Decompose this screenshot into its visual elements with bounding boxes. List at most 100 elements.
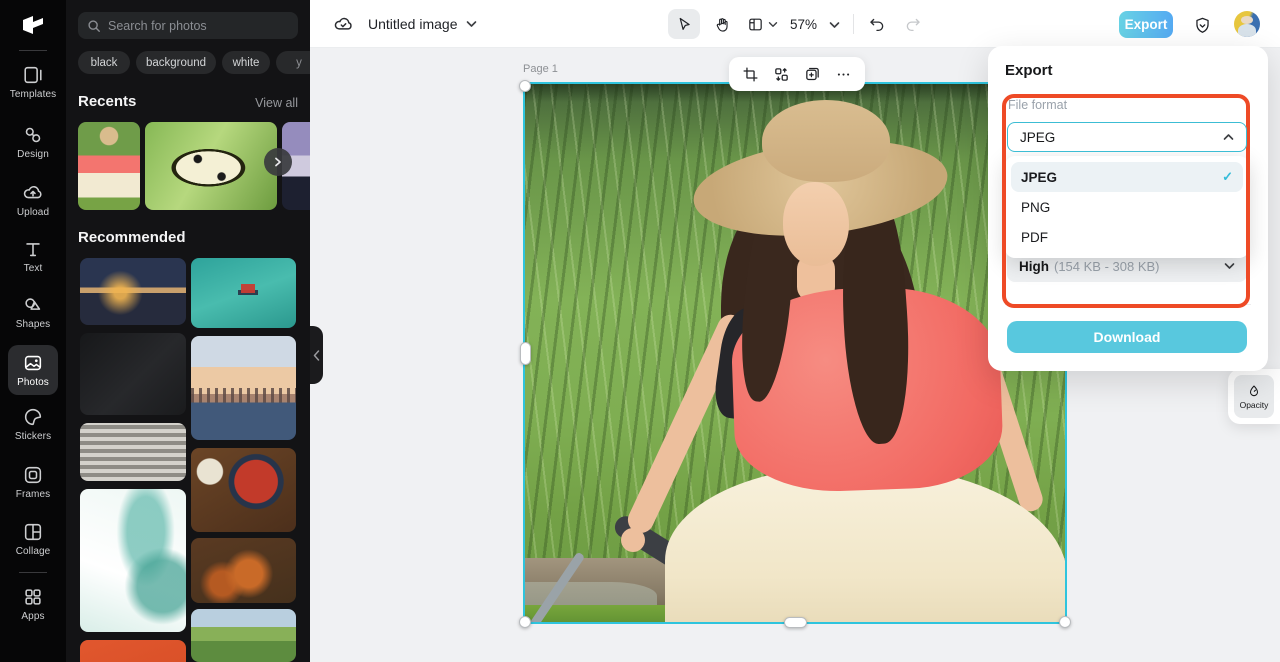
- photos-library-panel: black background white y Recents View al…: [66, 0, 310, 662]
- download-button[interactable]: Download: [1007, 321, 1247, 353]
- page-label: Page 1: [523, 63, 558, 75]
- photo-hand: [621, 528, 645, 552]
- frames-icon: [22, 464, 44, 486]
- redo-button[interactable]: [898, 9, 928, 39]
- tag-label: y: [296, 56, 302, 69]
- recent-thumb-butterfly[interactable]: [145, 122, 277, 210]
- download-button-label: Download: [1093, 329, 1161, 345]
- sidebar-item-label: Frames: [15, 489, 51, 500]
- panel-collapse-tab[interactable]: [310, 326, 323, 384]
- thumb-food-fried[interactable]: [191, 538, 296, 603]
- view-all-link[interactable]: View all: [255, 96, 298, 110]
- thumb-dark-texture[interactable]: [80, 333, 186, 415]
- selection-handle-top-left[interactable]: [519, 80, 531, 92]
- zoom-chevron-down-icon[interactable]: [829, 21, 840, 29]
- sidebar-item-photos[interactable]: Photos: [0, 352, 66, 388]
- sidebar-item-label: Design: [17, 149, 49, 160]
- photo-face: [783, 182, 849, 266]
- file-format-label: File format: [1008, 98, 1068, 112]
- chevron-up-icon: [1223, 133, 1234, 141]
- canvas-image[interactable]: [525, 84, 1065, 622]
- crop-button[interactable]: [738, 61, 764, 87]
- selection-handle-bottom-center[interactable]: [784, 617, 807, 628]
- search-input[interactable]: [108, 18, 289, 33]
- selection-handle-bottom-left[interactable]: [519, 616, 531, 628]
- rail-divider: [19, 50, 47, 51]
- stickers-icon: [22, 406, 44, 428]
- option-label: JPEG: [1021, 169, 1058, 185]
- export-button[interactable]: Export: [1119, 11, 1173, 38]
- sidebar-item-label: Shapes: [15, 319, 51, 330]
- recents-next-button[interactable]: [264, 148, 292, 176]
- tag-black[interactable]: black: [78, 51, 130, 74]
- tag-label: white: [232, 56, 260, 69]
- tag-partial[interactable]: y: [276, 51, 310, 74]
- thumb-landscape[interactable]: [191, 609, 296, 662]
- thumb-sea-boat[interactable]: [191, 258, 296, 328]
- selection-handle-bottom-right[interactable]: [1059, 616, 1071, 628]
- sidebar-item-text[interactable]: Text: [0, 238, 66, 274]
- quality-range: (154 KB - 308 KB): [1054, 258, 1160, 274]
- dropdown-option-png[interactable]: PNG: [1011, 192, 1243, 222]
- panel-divider: [1005, 304, 1251, 305]
- sidebar-item-stickers[interactable]: Stickers: [0, 406, 66, 442]
- tag-label: background: [145, 56, 207, 69]
- image-context-toolbar: [729, 57, 865, 91]
- dropdown-option-pdf[interactable]: PDF: [1011, 222, 1243, 252]
- sidebar-item-upload[interactable]: Upload: [0, 182, 66, 218]
- avatar[interactable]: [1234, 11, 1260, 37]
- opacity-button[interactable]: Opacity: [1234, 375, 1274, 418]
- option-label: PDF: [1021, 229, 1048, 245]
- thumb-teal-waves[interactable]: [80, 489, 186, 632]
- title-chevron-down-icon[interactable]: [466, 20, 477, 28]
- toolbar-divider: [853, 14, 854, 34]
- sidebar-item-shapes[interactable]: Shapes: [0, 294, 66, 330]
- quality-value: High: [1019, 258, 1049, 274]
- tag-white[interactable]: white: [222, 51, 270, 74]
- select-tool-button[interactable]: [668, 9, 700, 39]
- dropdown-option-jpeg[interactable]: JPEG ✓: [1011, 162, 1243, 192]
- capcut-logo[interactable]: [20, 12, 46, 38]
- upload-icon: [22, 182, 44, 204]
- thumb-orange[interactable]: [80, 640, 186, 662]
- selection-handle-mid-left[interactable]: [520, 342, 531, 365]
- replace-button[interactable]: [769, 61, 795, 87]
- sidebar-item-label: Apps: [21, 611, 45, 622]
- tag-background[interactable]: background: [136, 51, 216, 74]
- recents-title: Recents: [78, 93, 137, 110]
- recommended-title: Recommended: [78, 229, 186, 246]
- photos-icon: [22, 352, 44, 374]
- sidebar-item-frames[interactable]: Frames: [0, 464, 66, 500]
- cloud-save-icon[interactable]: [333, 14, 354, 35]
- chevron-down-icon: [1224, 262, 1235, 270]
- layout-tool-button[interactable]: [740, 9, 784, 39]
- check-icon: ✓: [1222, 169, 1233, 184]
- zoom-level[interactable]: 57%: [790, 17, 817, 32]
- design-icon: [22, 124, 44, 146]
- recent-thumb-girl[interactable]: [78, 122, 140, 210]
- more-options-button[interactable]: [831, 61, 857, 87]
- sidebar-item-label: Stickers: [14, 431, 52, 442]
- sidebar-item-label: Collage: [15, 546, 51, 557]
- sidebar-item-templates[interactable]: Templates: [0, 64, 66, 100]
- thumb-city-night[interactable]: [80, 258, 186, 325]
- thumb-city-sunset[interactable]: [191, 336, 296, 440]
- sidebar-item-label: Text: [23, 263, 43, 274]
- thumb-stone-carvings[interactable]: [80, 423, 186, 481]
- thumb-food-soup[interactable]: [191, 448, 296, 532]
- search-bar[interactable]: [78, 12, 298, 39]
- hand-tool-button[interactable]: [707, 9, 737, 39]
- document-title[interactable]: Untitled image: [368, 16, 458, 32]
- photo-hat-crown: [762, 100, 890, 182]
- sidebar-item-collage[interactable]: Collage: [0, 521, 66, 557]
- duplicate-button[interactable]: [800, 61, 826, 87]
- sidebar-item-label: Templates: [9, 89, 57, 100]
- sidebar-item-design[interactable]: Design: [0, 124, 66, 160]
- export-button-label: Export: [1124, 17, 1168, 32]
- shield-icon[interactable]: [1189, 12, 1215, 38]
- apps-icon: [22, 586, 44, 608]
- file-format-select[interactable]: JPEG: [1007, 122, 1247, 152]
- undo-button[interactable]: [862, 9, 892, 39]
- sidebar-item-apps[interactable]: Apps: [0, 586, 66, 622]
- opacity-button-label: Opacity: [1239, 399, 1269, 410]
